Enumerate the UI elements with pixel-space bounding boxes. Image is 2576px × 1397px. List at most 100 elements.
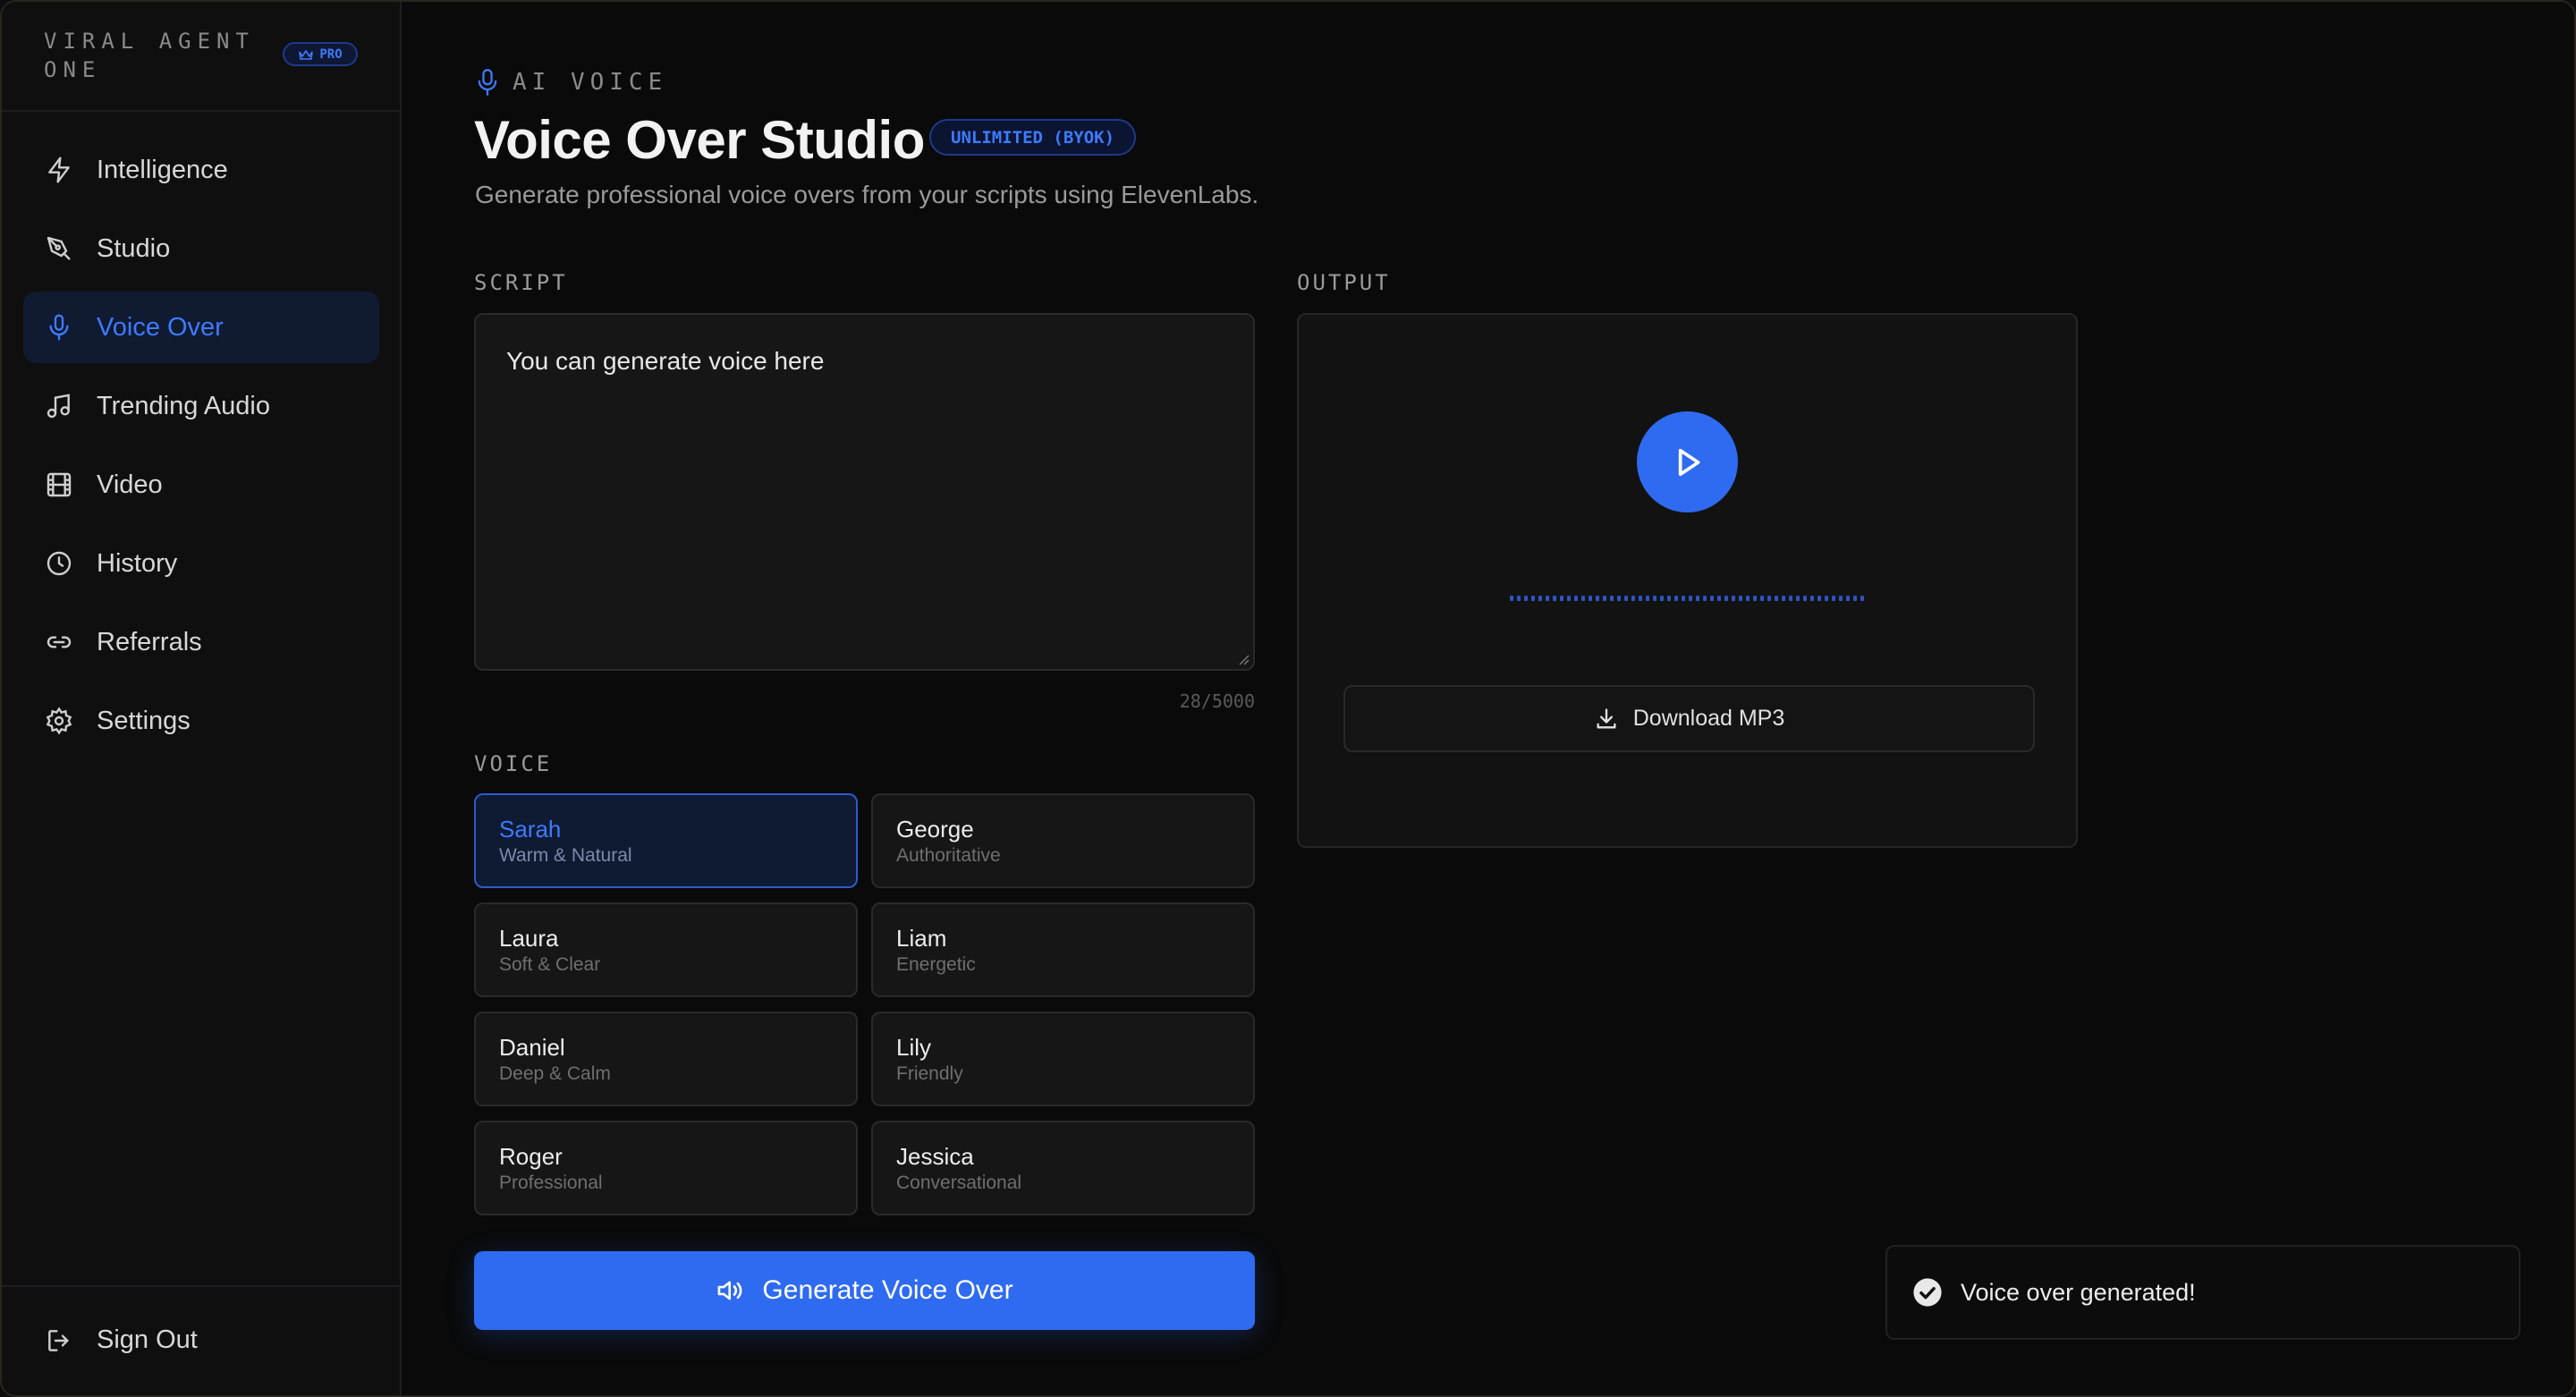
plan-badge: UNLIMITED (BYOK) <box>929 119 1137 156</box>
sidebar-item-history[interactable]: History <box>23 528 379 599</box>
waveform-bar <box>1524 596 1528 601</box>
audio-waveform[interactable] <box>1510 595 1868 602</box>
page-eyebrow: AI VOICE <box>475 68 667 97</box>
waveform-bar <box>1789 596 1792 601</box>
page-subtitle: Generate professional voice overs from y… <box>475 181 1259 208</box>
pro-badge: PRO <box>283 42 358 66</box>
app-window: VIRAL AGENT ONE PRO Intelligence Studio … <box>0 0 2576 1397</box>
waveform-bar <box>1860 596 1864 601</box>
brand-header: VIRAL AGENT ONE PRO <box>2 2 402 112</box>
script-textarea[interactable]: You can generate voice here <box>474 313 1255 671</box>
waveform-bar <box>1581 596 1585 601</box>
sidebar-item-intelligence[interactable]: Intelligence <box>23 134 379 206</box>
speaker-icon <box>718 1281 742 1300</box>
waveform-bar <box>1775 596 1778 601</box>
voice-description: Authoritative <box>896 845 1001 866</box>
waveform-bar <box>1639 596 1642 601</box>
voice-name: Jessica <box>896 1143 974 1170</box>
sidebar-nav: Intelligence Studio Voice Over Trending … <box>23 134 379 764</box>
generate-button-label: Generate Voice Over <box>762 1275 1013 1305</box>
voice-name: Laura <box>499 925 559 952</box>
sidebar: VIRAL AGENT ONE PRO Intelligence Studio … <box>2 2 402 1395</box>
sidebar-item-voice-over[interactable]: Voice Over <box>23 292 379 363</box>
voice-option-lily[interactable]: Lily Friendly <box>871 1012 1255 1106</box>
waveform-bar <box>1610 596 1614 601</box>
char-count: 28/5000 <box>1179 690 1255 712</box>
waveform-bar <box>1660 596 1664 601</box>
sidebar-item-label: Trending Audio <box>97 392 271 420</box>
voice-label: VOICE <box>474 751 553 776</box>
eyebrow-label: AI VOICE <box>513 69 668 96</box>
waveform-bar <box>1624 596 1628 601</box>
resize-grip-icon[interactable] <box>1237 653 1250 665</box>
waveform-bar <box>1589 596 1592 601</box>
voice-name: Roger <box>499 1143 563 1170</box>
waveform-bar <box>1617 596 1621 601</box>
music-note-icon <box>47 394 70 419</box>
waveform-bar <box>1839 596 1843 601</box>
waveform-bar <box>1818 596 1821 601</box>
voice-option-laura[interactable]: Laura Soft & Clear <box>474 902 858 997</box>
brand-logo-text: VIRAL AGENT ONE <box>44 29 255 82</box>
waveform-bar <box>1546 596 1549 601</box>
voice-description: Conversational <box>896 1173 1022 1193</box>
waveform-bar <box>1846 596 1850 601</box>
voice-option-george[interactable]: George Authoritative <box>871 793 1255 888</box>
waveform-bar <box>1760 596 1764 601</box>
gear-icon <box>46 707 72 735</box>
voice-option-sarah[interactable]: Sarah Warm & Natural <box>474 793 858 888</box>
sidebar-item-label: Voice Over <box>97 313 224 342</box>
waveform-bar <box>1832 596 1835 601</box>
sidebar-item-studio[interactable]: Studio <box>23 213 379 284</box>
waveform-bar <box>1746 596 1750 601</box>
voice-description: Professional <box>499 1173 603 1193</box>
voice-description: Friendly <box>896 1063 963 1084</box>
waveform-bar <box>1689 596 1692 601</box>
script-text: You can generate voice here <box>506 347 825 375</box>
waveform-bar <box>1631 596 1635 601</box>
microphone-icon <box>49 314 69 341</box>
waveform-bar <box>1717 596 1721 601</box>
voice-option-jessica[interactable]: Jessica Conversational <box>871 1121 1255 1215</box>
sign-out-icon <box>48 1329 69 1351</box>
generate-voice-over-button[interactable]: Generate Voice Over <box>474 1251 1255 1330</box>
main-content: AI VOICE Voice Over Studio UNLIMITED (BY… <box>403 2 2574 1395</box>
waveform-bar <box>1703 596 1707 601</box>
waveform-bar <box>1682 596 1685 601</box>
download-icon <box>1597 707 1616 728</box>
voice-description: Warm & Natural <box>499 845 632 866</box>
waveform-bar <box>1653 596 1657 601</box>
waveform-bar <box>1674 596 1678 601</box>
sidebar-item-video[interactable]: Video <box>23 449 379 521</box>
waveform-bar <box>1596 596 1599 601</box>
download-mp3-button[interactable]: Download MP3 <box>1343 685 2035 752</box>
sign-out-button[interactable]: Sign Out <box>45 1325 198 1355</box>
voice-name: Sarah <box>499 816 562 842</box>
waveform-bar <box>1560 596 1563 601</box>
check-circle-icon <box>1913 1278 1942 1307</box>
toast-notification: Voice over generated! <box>1885 1245 2521 1340</box>
sidebar-item-label: Intelligence <box>97 156 228 184</box>
waveform-bar <box>1853 596 1857 601</box>
voice-option-roger[interactable]: Roger Professional <box>474 1121 858 1215</box>
waveform-bar <box>1646 596 1649 601</box>
waveform-bar <box>1710 596 1714 601</box>
link-icon <box>47 636 72 648</box>
waveform-bar <box>1538 596 1542 601</box>
voice-name: George <box>896 816 974 842</box>
waveform-bar <box>1517 596 1521 601</box>
waveform-bar <box>1567 596 1571 601</box>
sidebar-item-trending-audio[interactable]: Trending Audio <box>23 370 379 442</box>
voice-name: Liam <box>896 925 947 952</box>
waveform-bar <box>1696 596 1699 601</box>
voice-option-daniel[interactable]: Daniel Deep & Calm <box>474 1012 858 1106</box>
sidebar-item-settings[interactable]: Settings <box>23 685 379 757</box>
voice-option-liam[interactable]: Liam Energetic <box>871 902 1255 997</box>
sidebar-divider <box>2 1285 402 1287</box>
output-label: OUTPUT <box>1297 270 1391 295</box>
waveform-bar <box>1782 596 1785 601</box>
download-label: Download MP3 <box>1632 706 1785 731</box>
play-button[interactable] <box>1637 411 1738 512</box>
sidebar-item-referrals[interactable]: Referrals <box>23 606 379 678</box>
play-icon <box>1678 448 1699 476</box>
